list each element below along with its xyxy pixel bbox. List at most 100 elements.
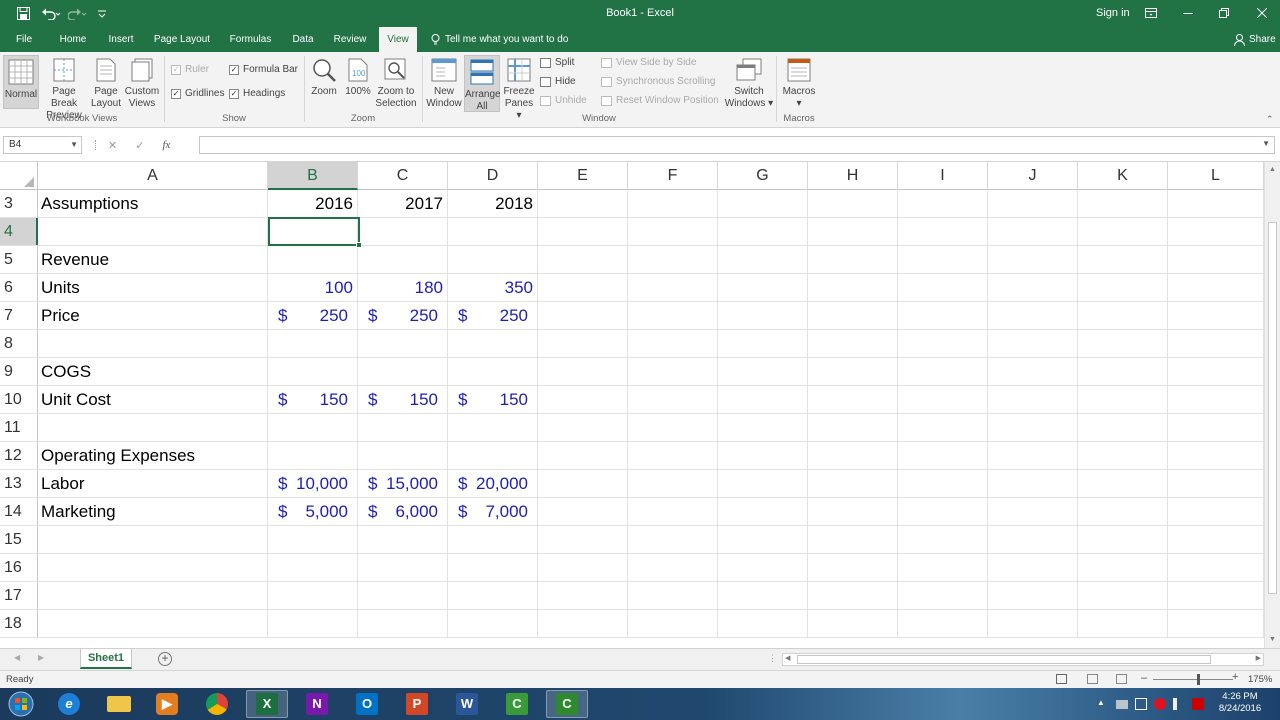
cell-h8[interactable] xyxy=(808,330,898,357)
scroll-left-icon[interactable]: ◀ xyxy=(785,654,790,662)
cell-h5[interactable] xyxy=(808,246,898,273)
zoom-button[interactable]: Zoom xyxy=(308,58,340,112)
cell-i16[interactable] xyxy=(898,554,988,581)
next-sheet-icon[interactable]: ▶ xyxy=(38,653,44,662)
cell-f7[interactable] xyxy=(628,302,718,329)
cell-i15[interactable] xyxy=(898,526,988,553)
cell-f6[interactable] xyxy=(628,274,718,301)
cell-d6[interactable]: 350 xyxy=(448,274,538,301)
cell-f15[interactable] xyxy=(628,526,718,553)
cell-b9[interactable] xyxy=(268,358,358,385)
cell-d7[interactable]: $250 xyxy=(448,302,538,329)
scroll-down-icon[interactable]: ▼ xyxy=(1269,636,1276,643)
tell-me-search[interactable]: Tell me what you want to do xyxy=(431,27,568,52)
cell-d11[interactable] xyxy=(448,414,538,441)
add-sheet-icon[interactable]: + xyxy=(158,652,172,666)
cell-d12[interactable] xyxy=(448,442,538,469)
cell-l17[interactable] xyxy=(1168,582,1264,609)
cell-c4[interactable] xyxy=(358,218,448,245)
page-break-status-icon[interactable] xyxy=(1116,674,1127,684)
cell-i17[interactable] xyxy=(898,582,988,609)
cell-l12[interactable] xyxy=(1168,442,1264,469)
cell-l5[interactable] xyxy=(1168,246,1264,273)
row-header[interactable]: 12 xyxy=(0,442,38,469)
cell-a14[interactable]: Marketing xyxy=(38,498,268,525)
cell-f17[interactable] xyxy=(628,582,718,609)
cell-a8[interactable] xyxy=(38,330,268,357)
cell-f11[interactable] xyxy=(628,414,718,441)
cell-j10[interactable] xyxy=(988,386,1078,413)
cell-e17[interactable] xyxy=(538,582,628,609)
cell-j18[interactable] xyxy=(988,610,1078,637)
column-header-g[interactable]: G xyxy=(718,162,808,190)
cell-l15[interactable] xyxy=(1168,526,1264,553)
zoom-100-button[interactable]: 100 100% xyxy=(342,58,374,112)
system-clock[interactable]: 4:26 PM 8/24/2016 xyxy=(1212,691,1268,715)
cell-a5[interactable]: Revenue xyxy=(38,246,268,273)
cell-j12[interactable] xyxy=(988,442,1078,469)
cell-a17[interactable] xyxy=(38,582,268,609)
tab-data[interactable]: Data xyxy=(287,27,319,52)
taskbar-media-player[interactable]: ▶ xyxy=(146,690,188,718)
cell-e7[interactable] xyxy=(538,302,628,329)
column-header-d[interactable]: D xyxy=(448,162,538,190)
cell-g12[interactable] xyxy=(718,442,808,469)
cell-k14[interactable] xyxy=(1078,498,1168,525)
view-side-by-side-button[interactable]: View Side by Side xyxy=(601,57,696,68)
cell-e13[interactable] xyxy=(538,470,628,497)
cell-b14[interactable]: $5,000 xyxy=(268,498,358,525)
cell-b5[interactable] xyxy=(268,246,358,273)
cell-h3[interactable] xyxy=(808,190,898,217)
macros-button[interactable]: Macros ▾ xyxy=(780,58,818,112)
cell-e12[interactable] xyxy=(538,442,628,469)
column-header-l[interactable]: L xyxy=(1168,162,1264,190)
cell-k15[interactable] xyxy=(1078,526,1168,553)
cell-k13[interactable] xyxy=(1078,470,1168,497)
tab-home[interactable]: Home xyxy=(53,27,93,52)
cell-b8[interactable] xyxy=(268,330,358,357)
cell-g14[interactable] xyxy=(718,498,808,525)
cell-b3[interactable]: 2016 xyxy=(268,190,358,217)
cell-l4[interactable] xyxy=(1168,218,1264,245)
horizontal-scroll-thumb[interactable] xyxy=(797,655,1211,664)
cell-j11[interactable] xyxy=(988,414,1078,441)
cell-k9[interactable] xyxy=(1078,358,1168,385)
headings-checkbox[interactable]: ✓ Headings xyxy=(229,88,285,99)
cell-f14[interactable] xyxy=(628,498,718,525)
cell-c10[interactable]: $150 xyxy=(358,386,448,413)
cell-b12[interactable] xyxy=(268,442,358,469)
taskbar-chrome[interactable] xyxy=(196,690,238,718)
taskbar-camtasia-recorder[interactable]: C xyxy=(546,690,588,718)
cell-f4[interactable] xyxy=(628,218,718,245)
name-box[interactable]: B4 ▼ xyxy=(3,136,82,154)
column-header-e[interactable]: E xyxy=(538,162,628,190)
row-header[interactable]: 4 xyxy=(0,218,38,245)
cell-c11[interactable] xyxy=(358,414,448,441)
taskbar-camtasia[interactable]: C xyxy=(496,690,538,718)
cell-d15[interactable] xyxy=(448,526,538,553)
cell-j3[interactable] xyxy=(988,190,1078,217)
cell-k10[interactable] xyxy=(1078,386,1168,413)
cell-c3[interactable]: 2017 xyxy=(358,190,448,217)
cell-c15[interactable] xyxy=(358,526,448,553)
reset-window-position-button[interactable]: Reset Window Position xyxy=(601,95,719,106)
cell-c6[interactable]: 180 xyxy=(358,274,448,301)
cell-j7[interactable] xyxy=(988,302,1078,329)
cell-i11[interactable] xyxy=(898,414,988,441)
cell-i14[interactable] xyxy=(898,498,988,525)
cell-l16[interactable] xyxy=(1168,554,1264,581)
freeze-panes-button[interactable]: Freeze Panes ▾ xyxy=(502,58,536,121)
name-box-dropdown-icon[interactable]: ▼ xyxy=(70,137,78,153)
cell-e11[interactable] xyxy=(538,414,628,441)
switch-windows-button[interactable]: Switch Windows ▾ xyxy=(724,58,774,112)
column-header-k[interactable]: K xyxy=(1078,162,1168,190)
flag-icon[interactable] xyxy=(1116,700,1128,709)
cell-a9[interactable]: COGS xyxy=(38,358,268,385)
tab-review[interactable]: Review xyxy=(328,27,372,52)
page-layout-status-icon[interactable] xyxy=(1087,674,1098,684)
cell-g15[interactable] xyxy=(718,526,808,553)
cell-h13[interactable] xyxy=(808,470,898,497)
cell-g17[interactable] xyxy=(718,582,808,609)
cell-a15[interactable] xyxy=(38,526,268,553)
start-button[interactable] xyxy=(0,690,42,718)
